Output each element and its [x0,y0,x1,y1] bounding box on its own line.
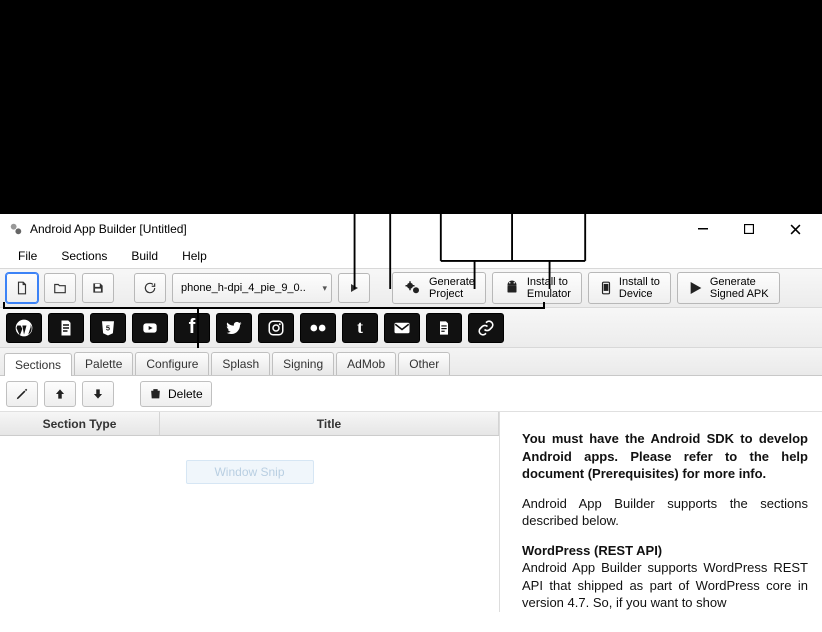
twitter-icon [224,319,244,337]
youtube-icon [140,320,160,336]
gears-icon [403,279,423,297]
generate-project-l1: Generate [429,276,475,288]
html5-icon: 5 [99,319,117,337]
menu-file[interactable]: File [8,247,47,265]
flickr-section-button[interactable] [300,313,336,343]
grid-body[interactable]: Window Snip [0,436,499,606]
arrow-down-icon [91,387,105,401]
youtube-section-button[interactable] [132,313,168,343]
link-icon [477,319,495,337]
menu-sections[interactable]: Sections [51,247,117,265]
minimize-button[interactable] [680,214,726,244]
android-icon [503,279,521,297]
tabs-row: Sections Palette Configure Splash Signin… [0,348,822,376]
link-section-button[interactable] [468,313,504,343]
preview-p1: You must have the Android SDK to develop… [522,430,808,483]
document-section-button[interactable] [426,313,462,343]
device-select-value: phone_h-dpi_4_pie_9_0.. [181,282,306,294]
save-button[interactable] [82,273,114,303]
facebook-icon: f [189,316,196,339]
menu-help[interactable]: Help [172,247,217,265]
tumblr-icon: t [357,317,363,338]
app-icon [8,221,24,237]
page-section-button[interactable] [48,313,84,343]
save-icon [91,281,105,295]
refresh-button[interactable] [134,273,166,303]
section-type-row: 5 f t [0,308,822,348]
move-up-button[interactable] [44,381,76,407]
generate-apk-l1: Generate [710,276,769,288]
play-store-icon [688,279,704,297]
open-button[interactable] [44,273,76,303]
folder-icon [53,281,67,295]
tab-palette[interactable]: Palette [74,352,133,375]
window-title: Android App Builder [Untitled] [30,222,187,236]
trash-icon [149,386,162,401]
install-emulator-l1: Install to [527,276,571,288]
wordpress-icon [14,318,34,338]
section-actions: Delete [0,376,822,412]
preview-p2: Android App Builder supports the section… [522,495,808,530]
html5-section-button[interactable]: 5 [90,313,126,343]
generate-project-l2: Project [429,288,475,300]
facebook-section-button[interactable]: f [174,313,210,343]
tab-splash[interactable]: Splash [211,352,270,375]
grid-col-title[interactable]: Title [160,412,499,435]
generate-apk-button[interactable]: Generate Signed APK [677,272,780,304]
tab-configure[interactable]: Configure [135,352,209,375]
delete-label: Delete [168,387,203,401]
instagram-icon [267,319,285,337]
refresh-icon [143,281,157,295]
flickr-icon [308,322,328,334]
tab-signing[interactable]: Signing [272,352,334,375]
new-file-icon [15,281,29,295]
phone-icon [599,279,613,297]
install-device-l2: Device [619,288,660,300]
tab-other[interactable]: Other [398,352,450,375]
install-device-button[interactable]: Install to Device [588,272,671,304]
menu-bar: File Sections Build Help [0,244,822,268]
main-toolbar: phone_h-dpi_4_pie_9_0.. Generate Project… [0,268,822,308]
grid-col-type[interactable]: Section Type [0,412,160,435]
help-preview: You must have the Android SDK to develop… [500,412,822,612]
install-emulator-button[interactable]: Install to Emulator [492,272,582,304]
delete-button[interactable]: Delete [140,381,212,407]
generate-apk-l2: Signed APK [710,288,769,300]
page-icon [57,319,75,337]
maximize-button[interactable] [726,214,772,244]
move-down-button[interactable] [82,381,114,407]
preview-p3: Android App Builder supports WordPress R… [522,559,808,612]
install-device-l1: Install to [619,276,660,288]
pencil-icon [15,387,29,401]
mail-icon [393,321,411,335]
menu-build[interactable]: Build [121,247,168,265]
play-icon [348,282,360,294]
preview-h1: WordPress (REST API) [522,543,662,558]
email-section-button[interactable] [384,313,420,343]
edit-button[interactable] [6,381,38,407]
close-button[interactable] [772,214,818,244]
instagram-section-button[interactable] [258,313,294,343]
document-icon [436,319,452,337]
sections-grid: Section Type Title Window Snip [0,412,500,612]
tab-admob[interactable]: AdMob [336,352,396,375]
window-snip-ghost: Window Snip [185,460,313,484]
device-select[interactable]: phone_h-dpi_4_pie_9_0.. [172,273,332,303]
run-button[interactable] [338,273,370,303]
install-emulator-l2: Emulator [527,288,571,300]
tab-sections[interactable]: Sections [4,353,72,376]
arrow-up-icon [53,387,67,401]
new-button[interactable] [6,273,38,303]
tumblr-section-button[interactable]: t [342,313,378,343]
generate-project-button[interactable]: Generate Project [392,272,486,304]
svg-text:5: 5 [106,323,110,332]
wordpress-section-button[interactable] [6,313,42,343]
twitter-section-button[interactable] [216,313,252,343]
